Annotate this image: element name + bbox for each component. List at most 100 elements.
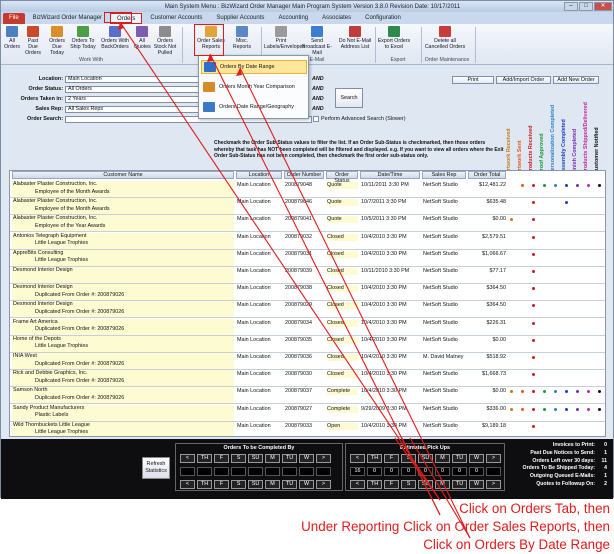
ribbon-button-do-not-e-mail-address-list[interactable]: Do Not E-Mail Address List (337, 26, 373, 50)
completed-day-button[interactable]: F (214, 454, 229, 463)
tab-bizwizard-order-manager[interactable]: BizWizard Order Manager (27, 13, 108, 24)
substatus-header[interactable]: Products Received (528, 94, 537, 174)
column-header-order-number[interactable]: Order Number (284, 171, 324, 179)
tab-file[interactable]: File (3, 12, 25, 24)
substatus-header[interactable]: Artwork Sent (517, 94, 526, 174)
tab-associates[interactable]: Associates (316, 13, 357, 24)
quick-access-toolbar[interactable] (1, 1, 61, 12)
ribbon-button-send-broadcast-e-mail[interactable]: Send Broadcast E-Mail (300, 26, 334, 56)
substatus-indicator (532, 338, 535, 342)
table-row[interactable]: Sandy Product Manufacturers Plastic Label… (10, 404, 605, 422)
location-select[interactable]: Main Location (65, 76, 205, 83)
tab-configuration[interactable]: Configuration (359, 13, 407, 24)
menu-item-orders-by-date-range[interactable]: Orders By Date Range (201, 60, 307, 74)
pickups-day-button[interactable]: M (435, 454, 450, 463)
refresh-statistics-button[interactable]: Refresh Statistics (142, 457, 170, 479)
minimize-button[interactable]: – (564, 2, 578, 11)
ribbon-button-all-quotes[interactable]: All Quotes (134, 26, 151, 50)
completed-day-button[interactable]: TU (282, 454, 297, 463)
table-row[interactable]: Desmond Interior Design Duplicated From O… (10, 283, 605, 302)
ribbon-button-export-orders-to-excel[interactable]: Export Orders to Excel (377, 26, 411, 50)
pickups-day-button[interactable]: SU (418, 454, 433, 463)
column-header-customer-name[interactable]: Customer Name (12, 171, 234, 179)
print-button[interactable]: Print (452, 76, 494, 84)
advanced-search-checkbox[interactable] (313, 116, 319, 122)
substatus-header[interactable]: Assembly Completed (561, 94, 570, 174)
ribbon-button-print-labels-envelopes[interactable]: Print Labels/Envelopes (264, 26, 305, 50)
close-button[interactable]: ✕ (594, 2, 612, 11)
table-row[interactable]: Frame Art America Duplicated From Order #… (10, 318, 605, 336)
completed-day-button[interactable]: TH (197, 454, 212, 463)
substatus-header[interactable]: Artwork Received (506, 94, 515, 174)
completed-day-button[interactable]: S (231, 454, 246, 463)
substatus-header[interactable]: Customer Notified (594, 94, 603, 174)
ribbon-button-all-orders[interactable]: All Orders (3, 26, 21, 50)
completed-day-button[interactable]: M (265, 454, 280, 463)
substatus-header[interactable]: Proof Approved (539, 94, 548, 174)
orders-taken-select[interactable]: 2 Years (65, 96, 205, 103)
pickups-count (486, 467, 501, 476)
tab-supplier-accounts[interactable]: Supplier Accounts (210, 13, 270, 24)
orders-tab-highlight (104, 12, 132, 23)
ribbon-button-orders-to-ship-today[interactable]: Orders To Ship Today (70, 26, 96, 50)
column-header-order-status[interactable]: Order Status (326, 171, 358, 184)
pickups-day-button[interactable]: S (401, 454, 416, 463)
maximize-button[interactable]: □ (579, 2, 593, 11)
add-import-order-button[interactable]: Add/Import Order (496, 76, 551, 84)
pickups-day-button[interactable]: W (469, 454, 484, 463)
menu-item-orders-month-year-comparison[interactable]: Orders Month Year Comparison (201, 80, 307, 94)
pickups-day-button[interactable]: TH (367, 454, 382, 463)
table-row[interactable]: Home of the Depots Little League Trophies… (10, 335, 605, 353)
table-row[interactable]: Antonios Telegraph Equipment Little Leagu… (10, 232, 605, 250)
pickups-day-button[interactable]: < (350, 454, 365, 463)
add-new-order-button[interactable]: Add New Order (553, 76, 599, 84)
column-header-order-total[interactable]: Order Total (468, 171, 506, 179)
orders-completed-panel: Orders To be Completed By < < TH TH F F S S SU SU… (175, 443, 343, 491)
table-row[interactable]: Wild Thornbuckets Little League Little Le… (10, 421, 605, 436)
ribbon-button-label: Export Orders to Excel (377, 38, 411, 50)
table-row[interactable]: Desmond Interior Design Duplicated From O… (10, 300, 605, 319)
column-header-location[interactable]: Location (236, 171, 282, 179)
ribbon-button-orders-due-today[interactable]: Orders Due Today (45, 26, 69, 56)
substatus-indicator (543, 407, 546, 411)
table-row[interactable]: Alabaster Plaster Construction, Inc. Empl… (10, 214, 605, 233)
column-header-sales-rep[interactable]: Sales Rep (422, 171, 466, 179)
menu-item-orders-date-range-geography[interactable]: Orders Date Range/Geography (201, 100, 307, 114)
ribbon-button-past-due-orders[interactable]: Past Due Orders (23, 26, 43, 56)
ribbon-button-orders-with-backorders[interactable]: Orders With BackOrders (98, 26, 132, 50)
customer-name-cell: Frame Art America Duplicated From Order #… (12, 318, 234, 335)
table-row[interactable]: Samson North Duplicated From Order #: 200… (10, 386, 605, 405)
pickups-day-button[interactable]: > (486, 454, 501, 463)
pickups-day-button[interactable]: TU (452, 454, 467, 463)
substatus-header[interactable]: Finish Completed (572, 94, 581, 174)
completed-day-button[interactable]: W (299, 454, 314, 463)
table-row[interactable]: Desmond Interior Design Main Location 2008… (10, 266, 605, 284)
substatus-indicator (587, 184, 590, 187)
substatus-header[interactable]: Products Shipped/Delivered (583, 94, 592, 174)
table-row[interactable]: AppreBits Consulting Little League Trophi… (10, 249, 605, 267)
completed-day-button[interactable]: < (180, 454, 195, 463)
ribbon-separator (375, 27, 376, 63)
completed-day-button[interactable]: > (316, 454, 331, 463)
table-row[interactable]: Alabaster Plaster Construction, Inc. Empl… (10, 180, 605, 198)
ribbon-button-misc-reports[interactable]: Misc. Reports (227, 26, 257, 50)
substatus-header[interactable]: Personalization Completed (550, 94, 559, 174)
substatus-indicator (543, 390, 546, 394)
completed-count (197, 467, 212, 476)
order-status-select[interactable]: All Orders (65, 86, 205, 93)
search-button[interactable]: Search (335, 88, 363, 108)
pickups-day-button[interactable]: F (384, 454, 399, 463)
table-row[interactable]: Alabaster Plaster Construction, Inc. Empl… (10, 197, 605, 216)
ribbon-button-orders-stock-not-pulled[interactable]: Orders Stock Not Pulled (151, 26, 179, 56)
sales-rep-select[interactable]: All Sales Reps (65, 106, 205, 113)
tab-accounting[interactable]: Accounting (272, 13, 314, 24)
table-row[interactable]: INIA West Duplicated From Order #: 200879… (10, 352, 605, 370)
order-total-cell: $1,668.73 (482, 371, 506, 378)
ribbon-button-delete-all-cancelled-orders[interactable]: Delete all Cancelled Orders (424, 26, 466, 50)
sales-rep-cell: NetSoft Studio (423, 182, 458, 188)
tab-customer-accounts[interactable]: Customer Accounts (144, 13, 208, 24)
completed-day-button[interactable]: SU (248, 454, 263, 463)
column-header-date-time[interactable]: Date/Time (360, 171, 420, 179)
table-row[interactable]: Rick and Debbie Graphics, Inc. Duplicated… (10, 369, 605, 388)
completed-count (299, 467, 314, 476)
